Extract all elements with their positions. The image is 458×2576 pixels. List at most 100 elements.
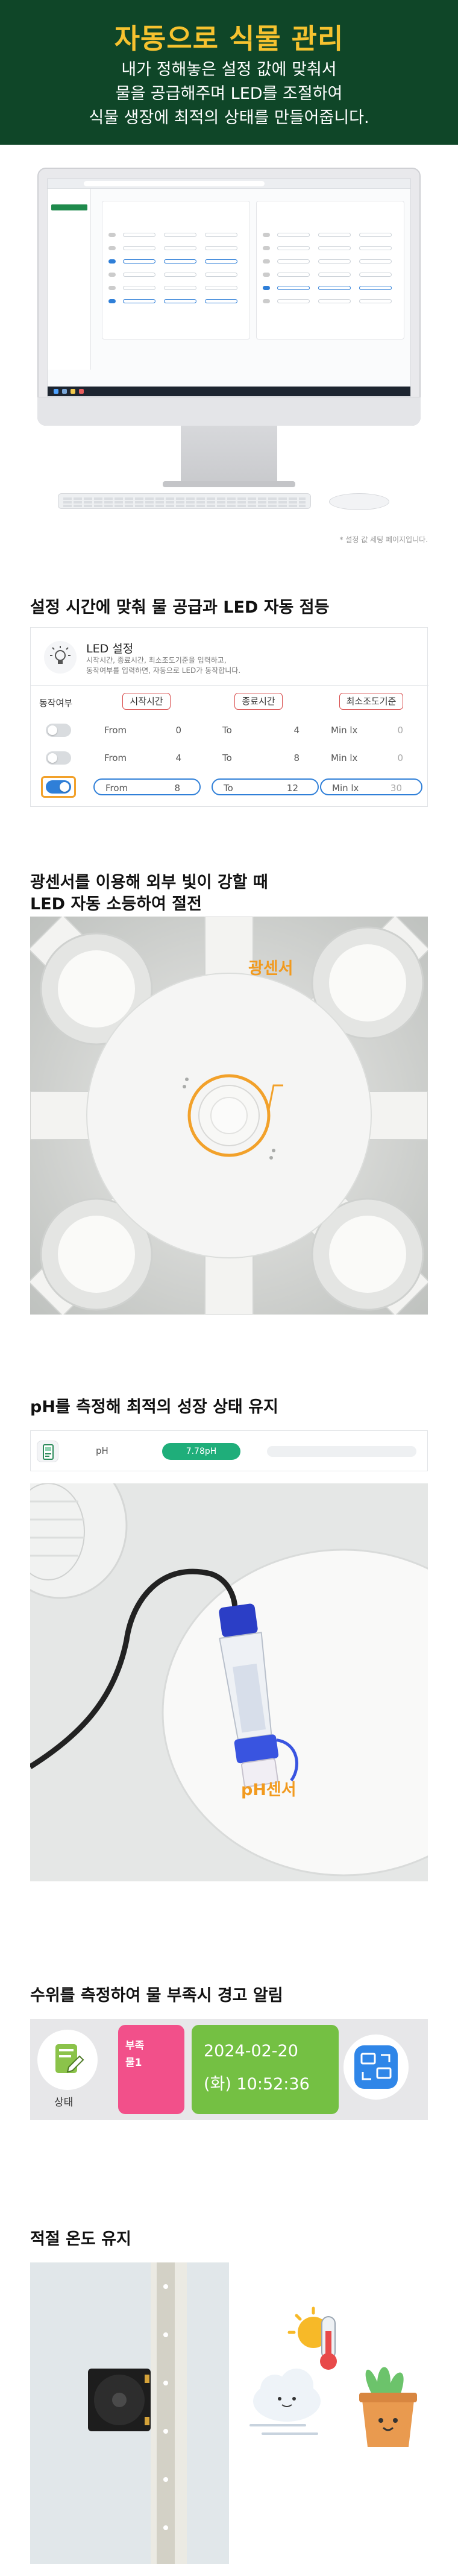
led-row-1-start-field[interactable]: From 0 (93, 722, 201, 739)
water-alert-card: 부족 물1 (118, 2025, 184, 2114)
hero-line-3: 식물 생장에 최적의 상태를 만들어줍니다. (89, 109, 369, 127)
ph-value-badge: 7.78pH (162, 1443, 240, 1460)
page: 자동으로 식물 관리 내가 정해놓은 설정 값에 맞춰서 물을 공급해주며 LE… (0, 0, 458, 2576)
led-row-3-start-field[interactable]: From 8 (93, 778, 201, 795)
sidebar-item (51, 195, 87, 201)
mouse (329, 493, 389, 510)
from-label: From (104, 725, 127, 736)
light-sensor-photo: 광센서 (30, 917, 428, 1315)
sidebar-item (51, 243, 87, 249)
browser-icon (79, 389, 84, 394)
network-icon-circle (344, 2035, 409, 2100)
ph-gauge-track (267, 1446, 416, 1457)
led-panel-title: LED 설정 (86, 642, 134, 655)
monitor-caption: * 설정 값 세팅 페이지입니다. (339, 535, 428, 544)
light-heading-line-1: 광센서를 이용해 외부 빛이 강할 때 (30, 873, 268, 892)
led-row-1-lux-field[interactable]: Min lx 0 (320, 722, 422, 739)
ph-section-heading: pH를 측정해 최적의 성장 상태 유지 (30, 1398, 278, 1416)
led-row-1-toggle[interactable] (46, 724, 71, 737)
col-active-header: 동작여부 (39, 698, 73, 709)
lux-label: Min lx (332, 783, 359, 794)
lux-value: 0 (397, 753, 403, 763)
led-panel-header: LED 설정 시작시간, 종료시간, 최소조도기준을 입력하고, 동작여부를 입… (31, 628, 428, 686)
to-label: To (222, 753, 232, 763)
taskbar-app-icon (62, 389, 67, 394)
led-desc-line-1: 시작시간, 종료시간, 최소조도기준을 입력하고, (86, 656, 227, 665)
folder-icon (71, 389, 75, 394)
from-label: From (105, 783, 128, 794)
led-row-2-end-field[interactable]: To 8 (212, 750, 319, 766)
light-sensor-callout: 광센서 (248, 959, 293, 978)
lightbulb-icon (44, 641, 77, 674)
monitor-foot (163, 481, 295, 487)
ph-sensor-photo: pH센서 (30, 1483, 428, 1881)
led-section-heading: 설정 시간에 맞춰 물 공급과 LED 자동 점등 (30, 598, 330, 617)
led-desc-line-2: 동작여부를 입력하면, 자동으로 LED가 동작합니다. (86, 666, 241, 675)
sidebar-item (51, 214, 87, 220)
monitor-chin (37, 397, 421, 426)
screenshot-water-card (256, 201, 404, 339)
light-heading-line-2: LED 자동 소등하여 절전 (30, 895, 202, 914)
to-label: To (222, 725, 232, 736)
hero-title: 자동으로 식물 관리 (114, 22, 344, 55)
end-value: 12 (286, 783, 298, 794)
start-icon (54, 389, 58, 394)
led-row-3-toggle[interactable] (46, 780, 71, 794)
lux-label: Min lx (331, 725, 358, 736)
hero-banner: 자동으로 식물 관리 내가 정해놓은 설정 값에 맞춰서 물을 공급해주며 LE… (0, 0, 458, 145)
monitor-screen-screenshot (47, 178, 411, 397)
windows-taskbar (48, 387, 410, 396)
lux-label: Min lx (331, 753, 358, 763)
hero-line-2: 물을 공급해주며 LED를 조절하여 (115, 84, 343, 103)
led-panel-description: 시작시간, 종료시간, 최소조도기준을 입력하고, 동작여부를 입력하면, 자동… (86, 655, 240, 676)
ph-sensor-callout: pH센서 (241, 1781, 296, 1799)
browser-titlebar (48, 179, 410, 189)
screenshot-sidebar (48, 189, 91, 370)
potted-plant-icon (359, 2367, 417, 2447)
status-label: 상태 (54, 2097, 74, 2109)
status-icon-circle (37, 2030, 98, 2090)
end-value: 4 (293, 725, 300, 736)
ph-status-bar: pH 7.78pH (30, 1430, 428, 1471)
alert-text-2: 물1 (125, 2057, 142, 2069)
led-row-3-lux-field[interactable]: Min lx 30 (320, 778, 422, 795)
start-value: 8 (174, 783, 180, 794)
led-row-1-end-field[interactable]: To 4 (212, 722, 319, 739)
lux-value: 0 (397, 725, 403, 736)
led-row-3-end-field[interactable]: To 12 (212, 778, 319, 795)
datetime-card: 2024-02-20 (화) 10:52:36 (192, 2025, 339, 2114)
monitor-stand (181, 426, 277, 484)
water-section-heading: 수위를 측정하여 물 부족시 경고 알림 (30, 1986, 283, 2005)
sidebar-item (51, 224, 87, 230)
keyboard (58, 493, 311, 509)
light-section-heading: 광센서를 이용해 외부 빛이 강할 때 LED 자동 소등하여 절전 (30, 872, 268, 915)
ph-label: pH (96, 1445, 108, 1456)
from-label: From (104, 753, 127, 763)
led-settings-panel: LED 설정 시작시간, 종료시간, 최소조도기준을 입력하고, 동작여부를 입… (30, 627, 428, 807)
end-value: 8 (293, 753, 300, 763)
hero-subtitle: 내가 정해놓은 설정 값에 맞춰서 물을 공급해주며 LED를 조절하여 식물 … (0, 58, 458, 130)
col-start-header: 시작시간 (122, 693, 171, 710)
fan-photo (30, 2262, 229, 2564)
screenshot-led-card (102, 201, 250, 339)
start-value: 4 (175, 753, 181, 763)
alert-text-1: 부족 (125, 2040, 145, 2052)
time-text: (화) 10:52:36 (204, 2075, 310, 2094)
thermometer-icon (320, 2316, 337, 2370)
hero-line-1: 내가 정해놓은 설정 값에 맞춰서 (121, 60, 337, 79)
cloud-icon (249, 2369, 321, 2435)
water-alert-banner: 상태 부족 물1 2024-02-20 (화) 10:52:36 (30, 2019, 428, 2120)
sidebar-item (51, 233, 87, 239)
lux-value: 30 (390, 783, 402, 794)
start-value: 0 (175, 725, 181, 736)
climate-illustration (239, 2305, 419, 2455)
col-min-lux-header: 최소조도기준 (339, 693, 403, 710)
ph-meter-icon (37, 1441, 58, 1462)
led-row-2-lux-field[interactable]: Min lx 0 (320, 750, 422, 766)
address-bar (84, 181, 265, 186)
date-text: 2024-02-20 (204, 2042, 298, 2060)
led-row-2-start-field[interactable]: From 4 (93, 750, 201, 766)
led-row-2-toggle[interactable] (46, 751, 71, 765)
col-end-header: 종료시간 (234, 693, 283, 710)
temp-section-heading: 적절 온도 유지 (30, 2230, 131, 2249)
